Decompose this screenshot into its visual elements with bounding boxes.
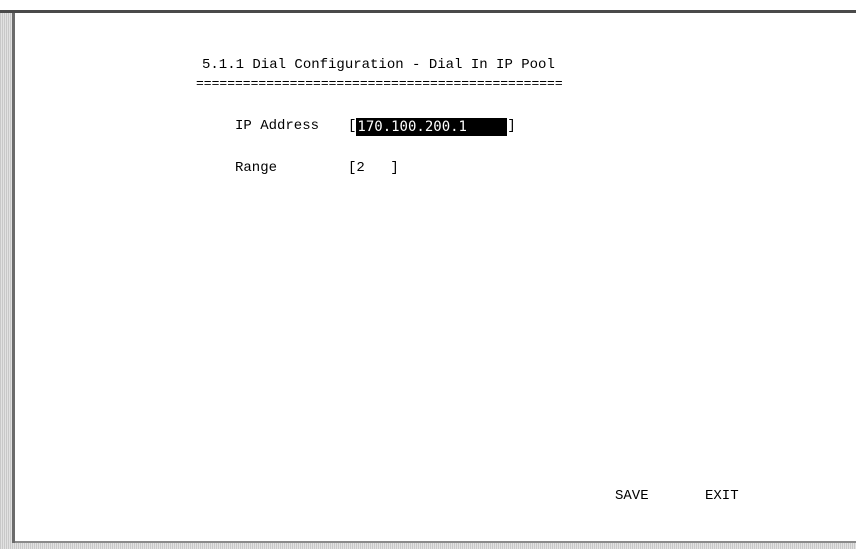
ip-address-label: IP Address xyxy=(235,118,320,134)
window-left-border xyxy=(0,13,12,549)
window-bottom-border xyxy=(12,543,856,549)
save-button[interactable]: SAVE xyxy=(615,488,649,504)
range-input[interactable]: 2 xyxy=(356,160,390,176)
ip-address-field[interactable]: [170.100.200.1] xyxy=(348,118,516,136)
ip-address-close-bracket: ] xyxy=(507,118,516,134)
title-underline: ========================================… xyxy=(196,76,563,91)
page-title: 5.1.1 Dial Configuration - Dial In IP Po… xyxy=(202,57,555,73)
range-open-bracket: [ xyxy=(348,160,357,176)
window-left-edge xyxy=(12,13,15,549)
ip-address-input[interactable]: 170.100.200.1 xyxy=(356,118,508,136)
window-top-border xyxy=(0,10,856,13)
window-bottom-edge xyxy=(15,541,856,543)
exit-button[interactable]: EXIT xyxy=(705,488,739,504)
range-close-bracket: ] xyxy=(390,160,399,176)
ip-address-open-bracket: [ xyxy=(348,118,357,134)
range-field[interactable]: [2] xyxy=(348,160,399,176)
range-label: Range xyxy=(235,160,278,176)
terminal-screen: 5.1.1 Dial Configuration - Dial In IP Po… xyxy=(26,20,856,540)
